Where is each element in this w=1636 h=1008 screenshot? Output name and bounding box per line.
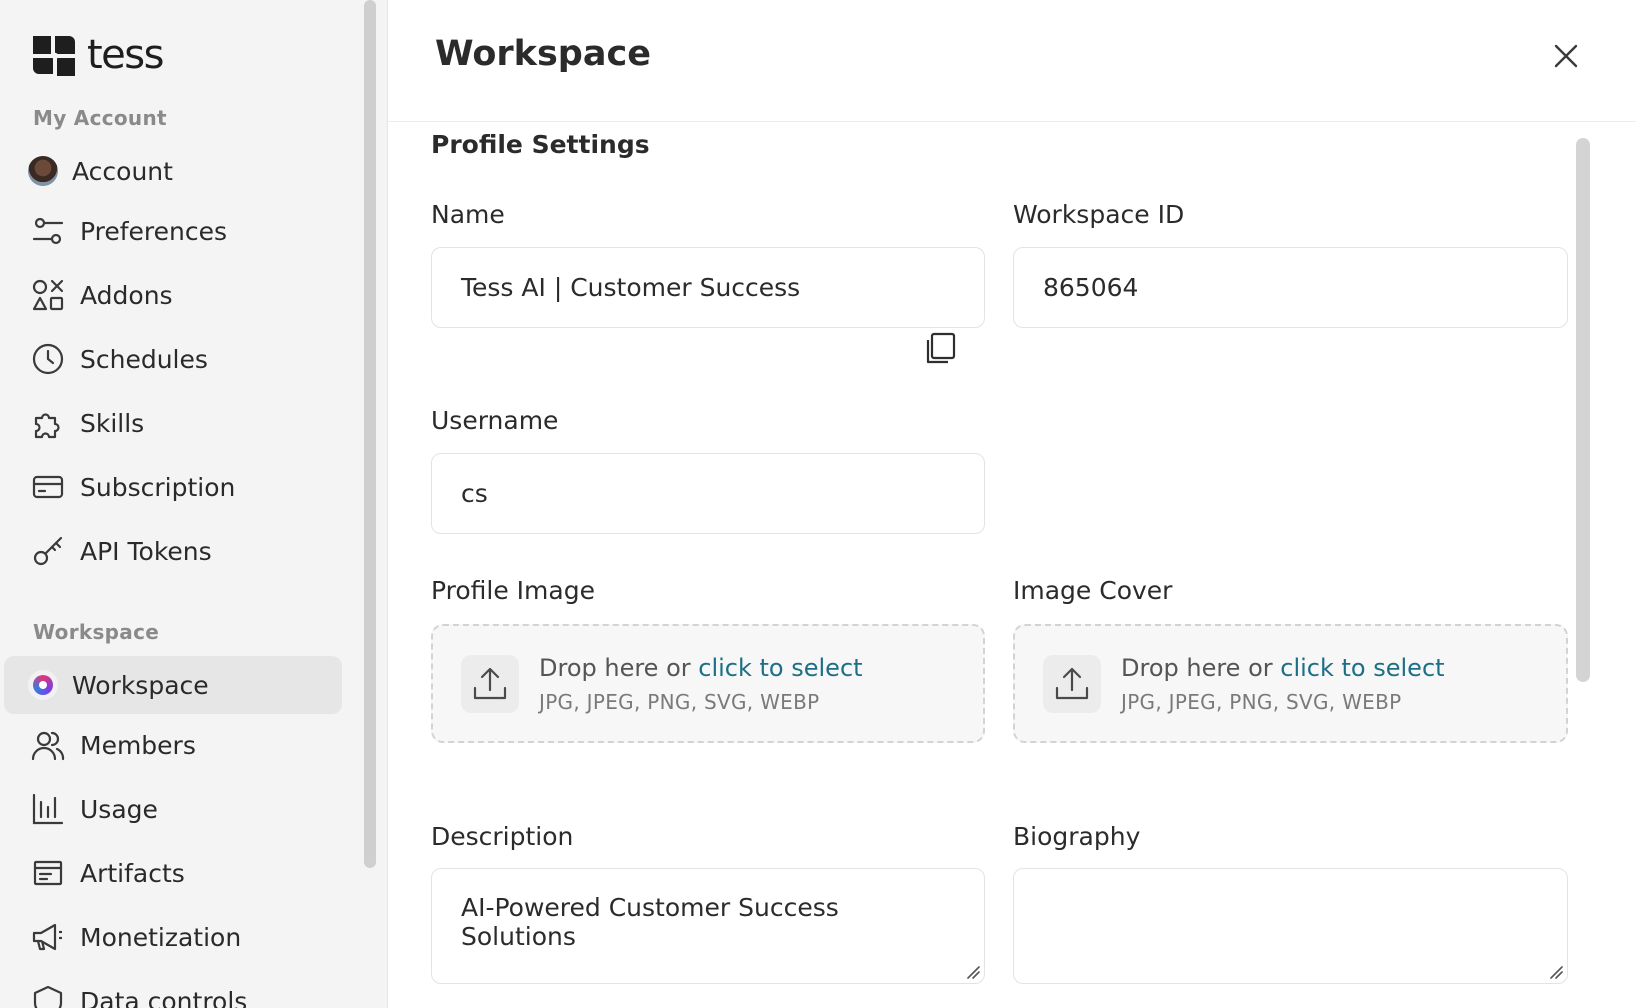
sliders-icon [30,213,66,249]
accepted-formats: JPG, JPEG, PNG, SVG, WEBP [539,689,820,714]
workspace-section-label: Workspace [33,620,160,644]
credit-card-icon [30,469,66,505]
sidebar-item-label: Schedules [80,344,208,374]
sidebar-item-data-controls[interactable]: Data controls [4,972,342,1008]
biography-label: Biography [1013,822,1141,851]
description-value: AI-Powered Customer Success Solutions [461,893,839,951]
puzzle-icon [30,405,66,441]
brand-name: tess [87,32,164,78]
sidebar-item-label: Account [72,156,173,186]
sidebar-item-skills[interactable]: Skills [4,394,342,452]
sidebar-item-monetization[interactable]: Monetization [4,908,342,966]
sidebar-scrollbar[interactable] [364,0,376,868]
description-label: Description [431,822,574,851]
name-input[interactable]: Tess AI | Customer Success [431,247,985,328]
clock-icon [30,341,66,377]
tess-logo[interactable]: tess [31,31,164,79]
dropzone-text: Drop here or [1121,653,1281,682]
sidebar-item-label: Monetization [80,922,242,952]
upload-icon [461,654,519,713]
sidebar-item-api-tokens[interactable]: API Tokens [4,522,342,580]
accepted-formats: JPG, JPEG, PNG, SVG, WEBP [1121,689,1402,714]
page-title: Workspace [435,34,651,74]
panel-header: Workspace [388,0,1636,122]
bar-chart-icon [30,791,66,827]
artifact-icon [30,855,66,891]
close-button[interactable] [1548,38,1584,74]
sidebar-item-schedules[interactable]: Schedules [4,330,342,388]
sidebar-item-label: Addons [80,280,173,310]
sidebar-item-label: Preferences [80,216,228,246]
upload-icon [1043,654,1101,713]
sidebar-item-preferences[interactable]: Preferences [4,202,342,260]
workspace-settings-panel: Workspace Profile Settings Name Tess AI … [388,0,1636,1008]
sidebar-item-subscription[interactable]: Subscription [4,458,342,516]
image-cover-dropzone[interactable]: Drop here or click to select JPG, JPEG, … [1013,624,1568,743]
resize-handle-icon[interactable] [966,965,980,979]
image-cover-label: Image Cover [1013,576,1173,605]
workspace-id-input[interactable]: 865064 [1013,247,1568,328]
sidebar-item-label: Members [80,730,196,760]
workspace-id-value: 865064 [1043,273,1139,302]
profile-image-label: Profile Image [431,576,595,605]
name-label: Name [431,200,505,229]
sidebar-item-label: Skills [80,408,145,438]
sidebar-item-label: Artifacts [80,858,185,888]
panel-scrollbar[interactable] [1576,138,1590,682]
click-to-select-link[interactable]: click to select [698,654,862,682]
username-label: Username [431,406,559,435]
tess-logo-icon [31,32,77,78]
username-value: cs [461,479,488,508]
sidebar-item-label: API Tokens [80,536,212,566]
sidebar-item-usage[interactable]: Usage [4,780,342,838]
section-title: Profile Settings [431,130,650,159]
sidebar-item-label: Workspace [72,670,209,700]
sidebar-item-label: Usage [80,794,158,824]
key-icon [30,533,66,569]
resize-handle-icon[interactable] [1549,965,1563,979]
my-account-section-label: My Account [33,106,167,130]
sidebar-item-members[interactable]: Members [4,716,342,774]
shapes-icon [30,277,66,313]
users-icon [30,727,66,763]
description-textarea[interactable]: AI-Powered Customer Success Solutions [431,868,985,984]
sidebar-item-account[interactable]: Account [4,142,342,200]
sidebar-item-label: Subscription [80,472,236,502]
sidebar-item-artifacts[interactable]: Artifacts [4,844,342,902]
username-input[interactable]: cs [431,453,985,534]
shield-icon [30,983,66,1008]
dropzone-text: Drop here or [539,653,699,682]
close-icon [1554,44,1578,68]
click-to-select-link[interactable]: click to select [1280,654,1444,682]
workspace-id-label: Workspace ID [1013,200,1185,229]
sidebar-item-addons[interactable]: Addons [4,266,342,324]
copy-icon[interactable] [924,331,958,365]
account-avatar [28,156,58,186]
megaphone-icon [30,919,66,955]
workspace-avatar [28,670,58,700]
sidebar-item-label: Data controls [80,986,248,1008]
name-input-value: Tess AI | Customer Success [461,273,801,302]
biography-textarea[interactable] [1013,868,1568,984]
profile-image-dropzone[interactable]: Drop here or click to select JPG, JPEG, … [431,624,985,743]
sidebar-item-workspace[interactable]: Workspace [4,656,342,714]
sidebar: tess My Account Account Preferences Addo… [0,0,388,1008]
